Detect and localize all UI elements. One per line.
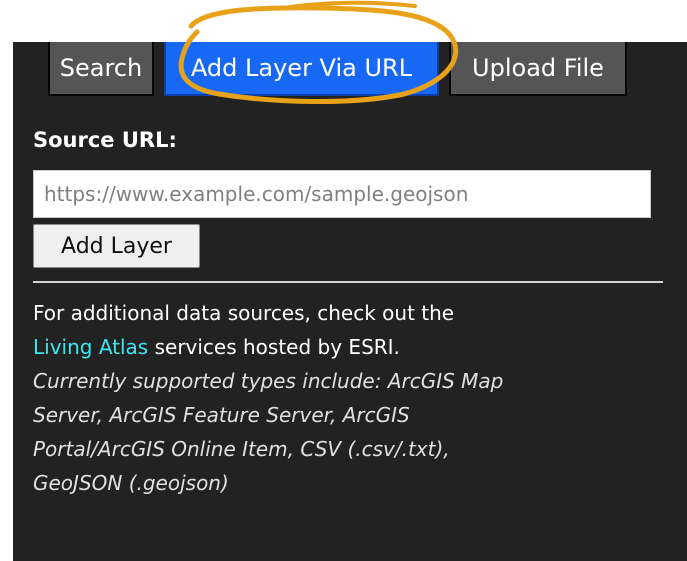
data-source-info: For additional data sources, check out t… <box>33 296 663 500</box>
living-atlas-link[interactable]: Living Atlas <box>33 335 148 359</box>
tab-search[interactable]: Search <box>48 42 154 96</box>
supported-types-line-2: Server, ArcGIS Feature Server, ArcGIS <box>33 403 410 427</box>
screenshot-page: Search Add Layer Via URL Upload File Sou… <box>0 0 687 561</box>
supported-types-text: Currently supported types include: ArcGI… <box>33 364 663 500</box>
info-line-2-text: services hosted by ESRI. <box>148 335 400 359</box>
highlight-ellipse-tail <box>281 0 417 10</box>
source-url-label: Source URL: <box>33 128 177 152</box>
tab-upload-file[interactable]: Upload File <box>449 42 627 96</box>
add-layer-panel: Search Add Layer Via URL Upload File Sou… <box>13 42 687 561</box>
add-layer-button[interactable]: Add Layer <box>33 224 200 268</box>
info-line-1: For additional data sources, check out t… <box>33 301 455 325</box>
supported-types-line-1: Currently supported types include: ArcGI… <box>33 369 504 393</box>
section-divider <box>33 281 663 283</box>
supported-types-line-3: Portal/ArcGIS Online Item, CSV (.csv/.tx… <box>33 437 450 461</box>
tab-add-layer-via-url[interactable]: Add Layer Via URL <box>164 42 439 96</box>
layer-source-tabs: Search Add Layer Via URL Upload File <box>48 42 627 96</box>
supported-types-line-4: GeoJSON (.geojson) <box>33 471 229 495</box>
info-line-2: Living Atlas services hosted by ESRI. <box>33 330 663 364</box>
source-url-input[interactable] <box>33 170 651 218</box>
